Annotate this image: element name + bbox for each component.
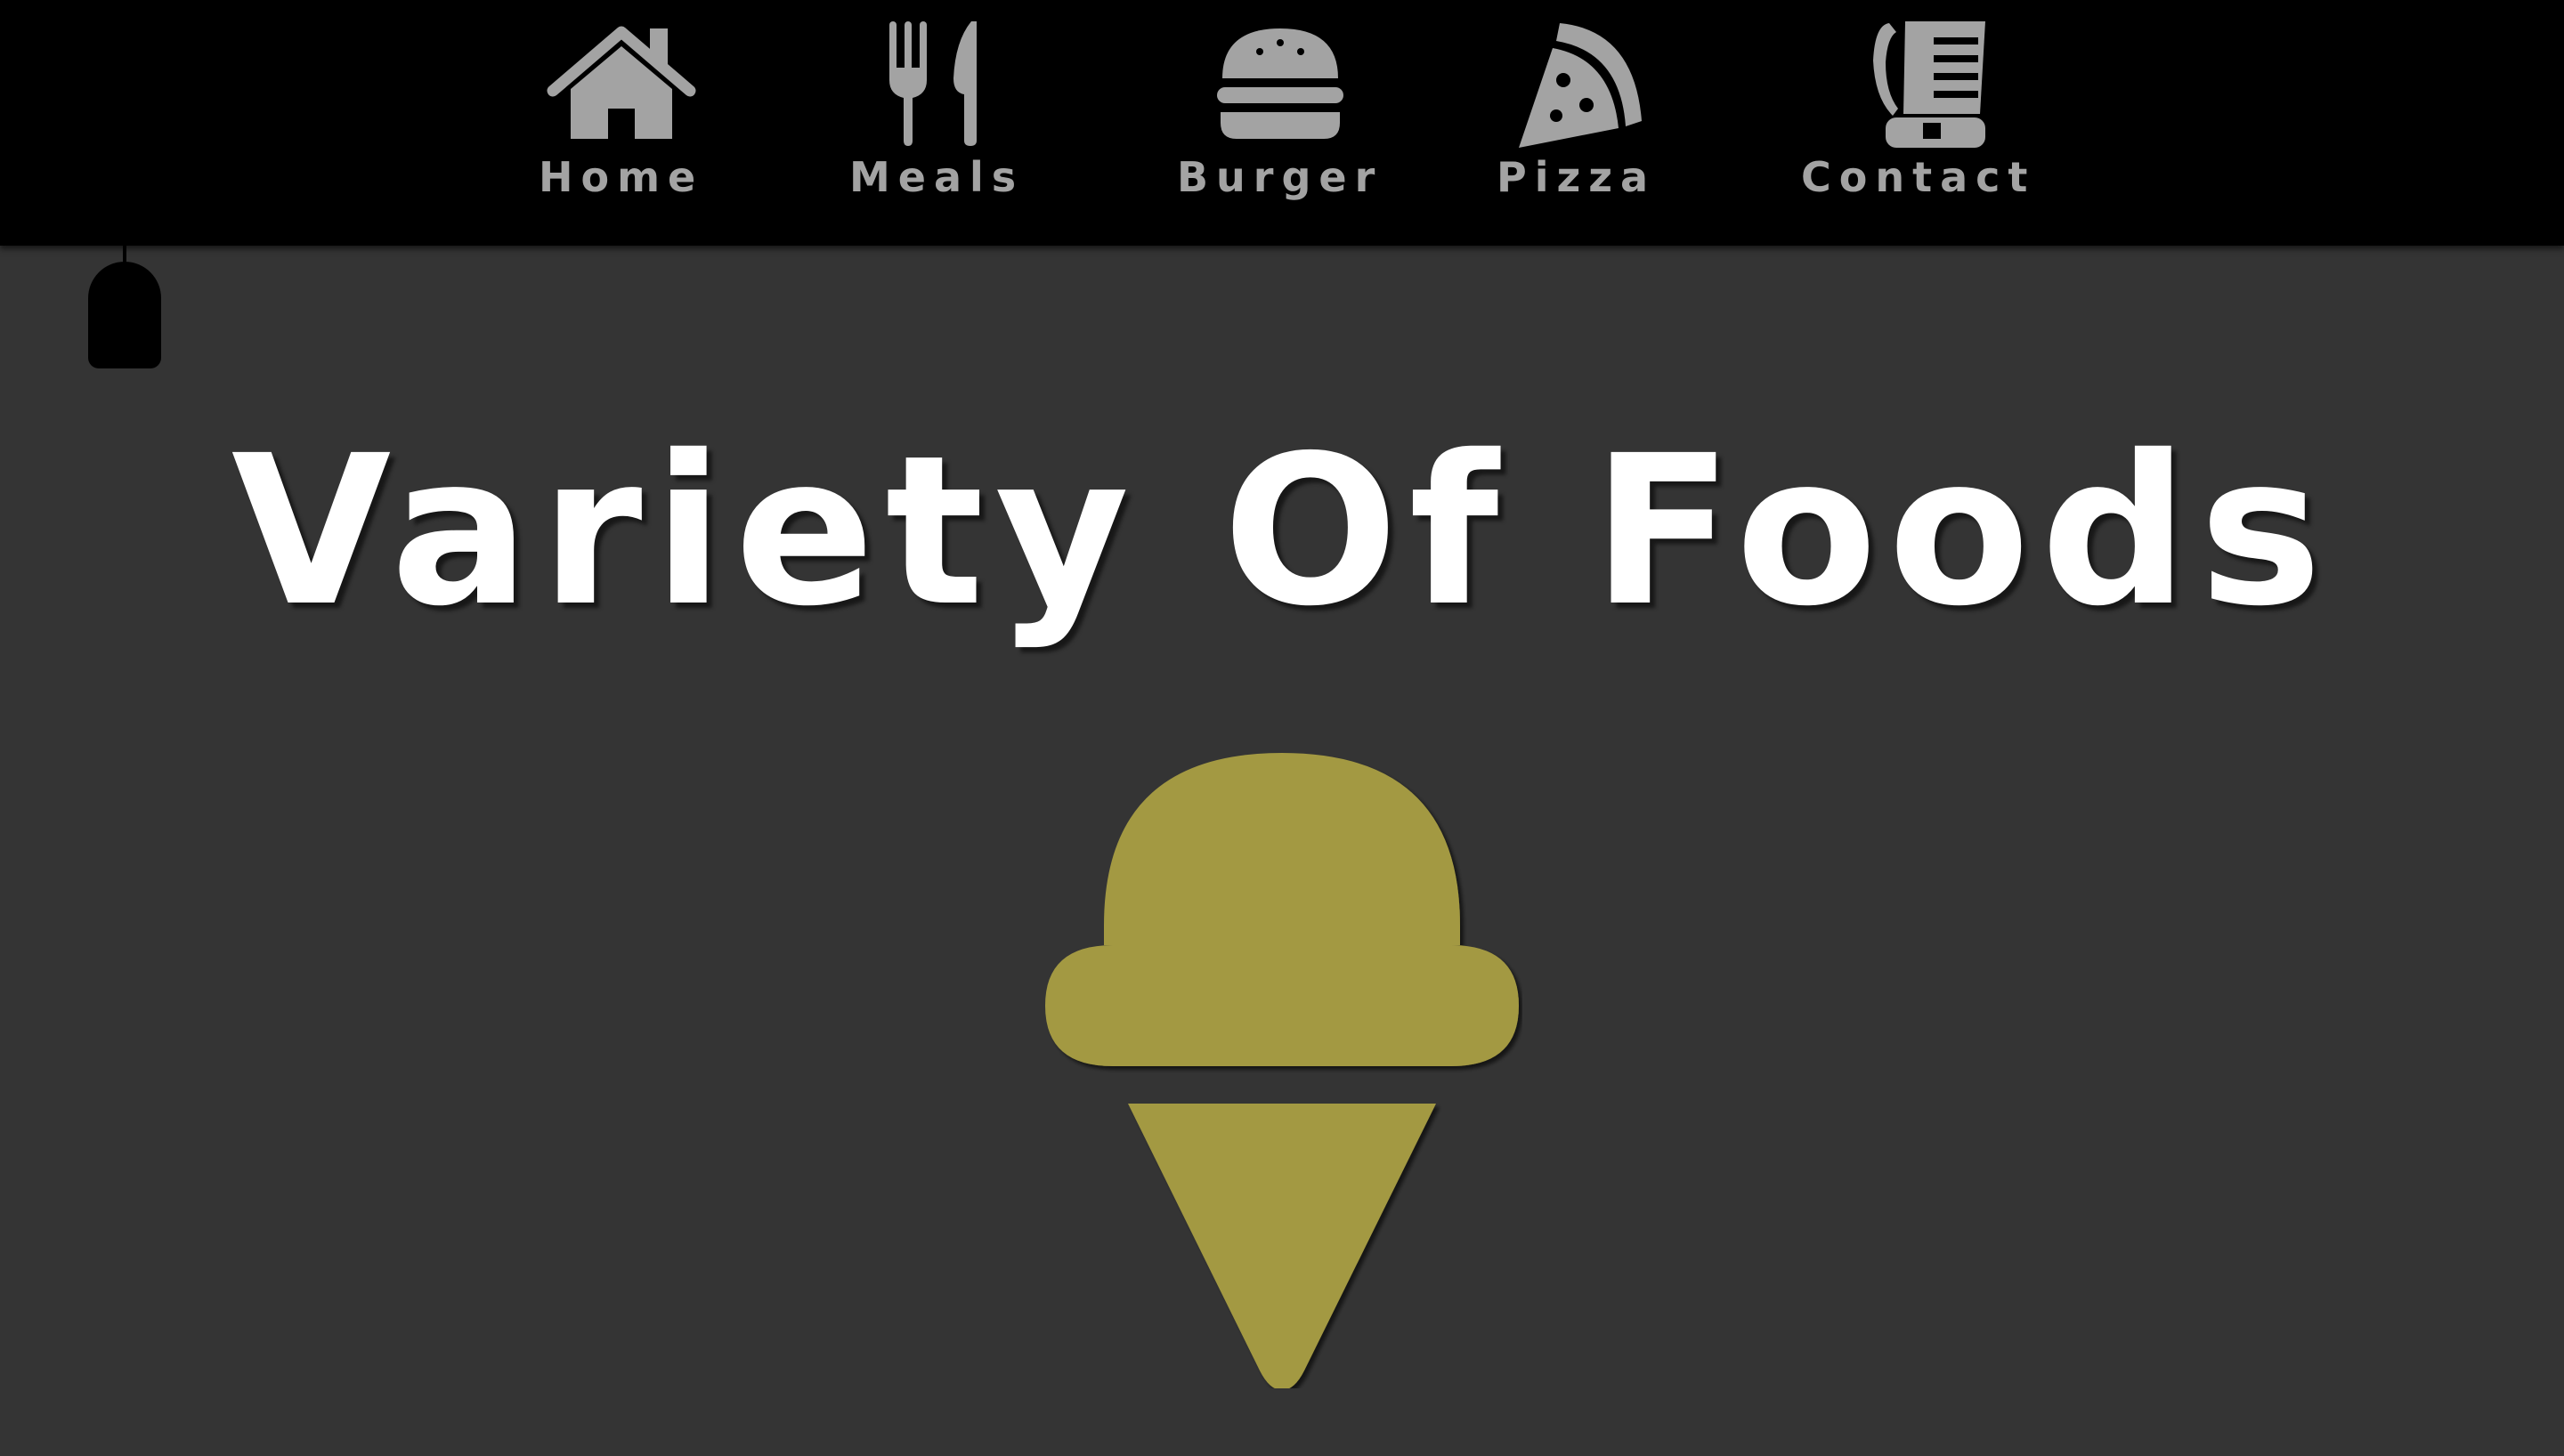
nav-label-burger: Burger	[1177, 153, 1383, 201]
pizza-slice-icon	[1501, 16, 1652, 150]
nav-label-contact: Contact	[1801, 153, 2036, 201]
nav-label-pizza: Pizza	[1497, 153, 1657, 201]
hanging-tag	[88, 262, 161, 368]
nav-label-meals: Meals	[849, 153, 1025, 201]
navbar: Home Meals Burger Pizza Contact	[0, 0, 2564, 246]
nav-item-contact[interactable]: Contact	[1801, 16, 2035, 198]
nav-item-meals[interactable]: Meals	[849, 16, 1024, 198]
nav-item-home[interactable]: Home	[539, 16, 703, 198]
page-title: Variety Of Foods	[231, 411, 2333, 651]
fork-knife-icon	[861, 16, 1012, 150]
nav-item-pizza[interactable]: Pizza	[1497, 16, 1656, 198]
house-icon	[546, 16, 697, 150]
nav-label-home: Home	[539, 153, 704, 201]
phone-book-icon	[1843, 16, 1994, 150]
ice-cream-icon	[1042, 748, 1522, 1388]
burger-icon	[1205, 16, 1356, 150]
nav-item-burger[interactable]: Burger	[1177, 16, 1383, 198]
